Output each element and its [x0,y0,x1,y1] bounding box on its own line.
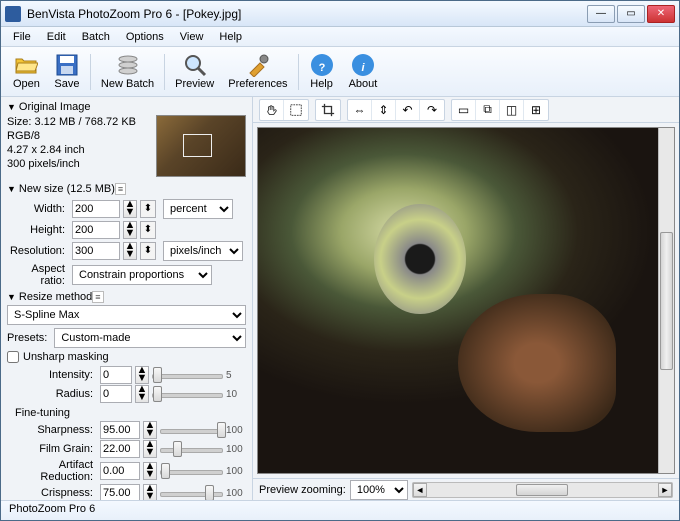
hand-icon [265,103,279,117]
titlebar: BenVista PhotoZoom Pro 6 - [Pokey.jpg] —… [1,1,679,27]
size-unit-select[interactable]: percent [163,199,233,219]
menu-file[interactable]: File [5,29,39,45]
hand-tool[interactable] [260,100,284,120]
toolbar: Open Save New Batch Preview Preferences … [1,47,679,97]
intensity-input[interactable] [100,366,132,384]
scroll-right-arrow[interactable]: ► [658,483,672,497]
preview-button[interactable]: Preview [169,51,220,92]
original-info: Size: 3.12 MB / 768.72 KB RGB/8 4.27 x 2… [7,115,150,171]
preferences-button[interactable]: Preferences [222,51,293,92]
artifact-input[interactable] [100,462,140,480]
close-button[interactable]: ✕ [647,5,675,23]
resize-method-header[interactable]: ▼Resize method≡ [7,289,246,305]
menu-view[interactable]: View [172,29,212,45]
height-input[interactable] [72,221,120,239]
scroll-left-arrow[interactable]: ◄ [413,483,427,497]
intensity-slider[interactable] [152,366,223,384]
split-v-tool[interactable]: ◫ [500,100,524,120]
maximize-button[interactable]: ▭ [617,5,645,23]
minimize-button[interactable]: — [587,5,615,23]
intensity-spinner[interactable]: ▲▼ [135,366,149,384]
about-button[interactable]: i About [343,51,384,92]
horizontal-scrollbar[interactable]: ◄ ► [412,482,673,498]
batch-icon [116,53,140,77]
width-input[interactable] [72,200,120,218]
split-both-tool[interactable]: ⊞ [524,100,548,120]
fine-tuning-label: Fine-tuning [15,407,246,419]
crispness-slider[interactable] [160,484,223,500]
radius-spinner[interactable]: ▲▼ [135,385,149,403]
radius-input[interactable] [100,385,132,403]
new-size-header[interactable]: ▼New size (12.5 MB)≡ [7,181,246,197]
menu-help[interactable]: Help [211,29,250,45]
folder-open-icon [14,53,38,77]
menubar: File Edit Batch Options View Help [1,27,679,47]
marquee-tool[interactable] [284,100,308,120]
info-icon: i [351,53,375,77]
resolution-input[interactable] [72,242,120,260]
sharpness-input[interactable] [100,421,140,439]
resolution-spinner[interactable]: ▲▼ [123,242,137,260]
width-spinner[interactable]: ▲▼ [123,200,137,218]
flip-h-tool[interactable]: ⇔ [348,100,372,120]
magnifier-icon [183,53,207,77]
vertical-scrollbar[interactable] [658,128,674,473]
sharpness-spinner[interactable]: ▲▼ [143,421,157,439]
resolution-lock[interactable]: ⬍ [140,242,156,260]
image-toolbar: ⇔ ⇕ ↶ ↷ ▭ ⧉ ◫ ⊞ [253,97,679,123]
rotate-cw-tool[interactable]: ↷ [420,100,444,120]
original-thumbnail[interactable] [156,115,246,177]
artifact-spinner[interactable]: ▲▼ [143,462,157,480]
menu-batch[interactable]: Batch [74,29,118,45]
statusbar: PhotoZoom Pro 6 [1,500,679,520]
new-batch-button[interactable]: New Batch [95,51,160,92]
radius-slider[interactable] [152,385,223,403]
save-button[interactable]: Save [48,51,86,92]
sidebar: ▼Original Image Size: 3.12 MB / 768.72 K… [1,97,253,500]
res-unit-select[interactable]: pixels/inch [163,241,243,261]
presets-select[interactable]: Custom-made [54,328,246,348]
flip-v-tool[interactable]: ⇕ [372,100,396,120]
help-icon: ? [310,53,334,77]
crispness-spinner[interactable]: ▲▼ [143,484,157,500]
height-spinner[interactable]: ▲▼ [123,221,137,239]
resize-menu-icon[interactable]: ≡ [92,291,103,303]
menu-edit[interactable]: Edit [39,29,74,45]
width-lock[interactable]: ⬍ [140,200,156,218]
svg-text:?: ? [318,62,325,74]
artifact-slider[interactable] [160,462,223,480]
window-title: BenVista PhotoZoom Pro 6 - [Pokey.jpg] [27,7,587,21]
filmgrain-slider[interactable] [160,440,223,458]
aspect-ratio-select[interactable]: Constrain proportions [72,265,212,285]
newsize-menu-icon[interactable]: ≡ [115,183,126,195]
zoom-select[interactable]: 100% [350,480,408,500]
preview-image[interactable] [257,127,675,474]
help-button[interactable]: ? Help [303,51,341,92]
height-lock[interactable]: ⬍ [140,221,156,239]
rotate-ccw-tool[interactable]: ↶ [396,100,420,120]
filmgrain-input[interactable] [100,440,140,458]
zoom-label: Preview zooming: [259,484,346,496]
sharpness-slider[interactable] [160,421,223,439]
split-h-tool[interactable]: ⧉ [476,100,500,120]
marquee-icon [289,103,303,117]
split-none-tool[interactable]: ▭ [452,100,476,120]
floppy-icon [55,53,79,77]
app-icon [5,6,21,22]
filmgrain-spinner[interactable]: ▲▼ [143,440,157,458]
main-panel: ⇔ ⇕ ↶ ↷ ▭ ⧉ ◫ ⊞ Preview zooming: 100% [253,97,679,500]
original-image-header[interactable]: ▼Original Image [7,99,246,115]
open-button[interactable]: Open [7,51,46,92]
crop-tool[interactable] [316,100,340,120]
resize-method-select[interactable]: S-Spline Max [7,305,246,325]
tools-icon [246,53,270,77]
crop-icon [321,103,335,117]
menu-options[interactable]: Options [118,29,172,45]
unsharp-masking-checkbox[interactable] [7,351,19,363]
crispness-input[interactable] [100,484,140,500]
